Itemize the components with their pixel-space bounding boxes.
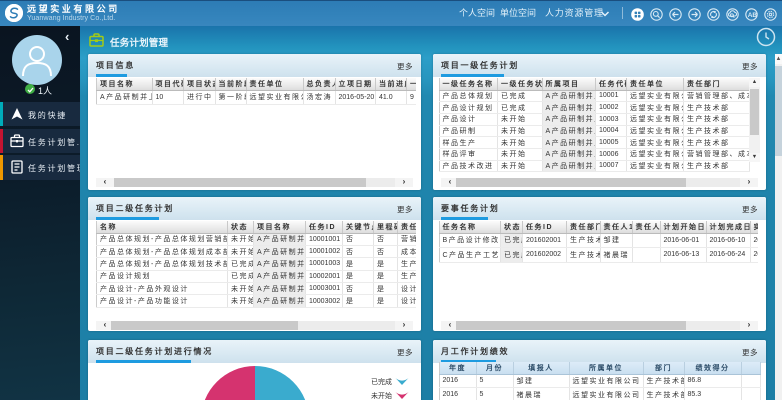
svg-text:AB: AB — [748, 12, 758, 19]
